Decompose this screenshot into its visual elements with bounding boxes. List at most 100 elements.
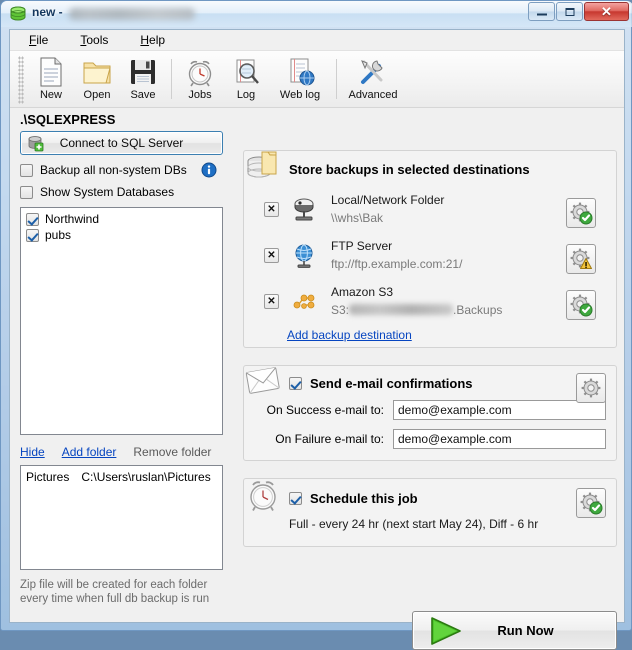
toolbar-log-label: Log xyxy=(237,89,255,101)
maximize-button[interactable] xyxy=(556,2,583,21)
info-icon[interactable] xyxy=(201,162,217,178)
folder-path: C:\Users\ruslan\Pictures xyxy=(81,470,210,484)
new-document-icon xyxy=(35,56,67,88)
menu-tools[interactable]: Tools xyxy=(77,31,111,49)
gear-ok-icon xyxy=(569,293,593,317)
maximize-icon xyxy=(565,8,574,16)
database-add-icon xyxy=(27,135,44,152)
toolbar-separator-2 xyxy=(336,59,337,99)
server-name: .\SQLEXPRESS xyxy=(20,112,232,127)
connect-to-sql-server-button[interactable]: Connect to SQL Server xyxy=(20,131,223,155)
toolbar-advanced-button[interactable]: Advanced xyxy=(342,54,404,106)
on-success-email-label: On Success e-mail to: xyxy=(267,403,384,417)
remove-destination-button[interactable]: ✕ xyxy=(264,202,279,217)
toolbar-advanced-label: Advanced xyxy=(349,89,398,101)
schedule-this-job-checkbox[interactable] xyxy=(289,492,302,505)
destination-row-ftp: ✕ FTP Server ftp://ftp.example.com:21/ xyxy=(255,236,606,282)
window-title-redacted xyxy=(69,8,195,20)
show-system-databases-label: Show System Databases xyxy=(40,185,174,199)
toolbar: New Open Save xyxy=(10,51,624,108)
database-checkbox[interactable] xyxy=(26,229,39,242)
send-email-confirmations-checkbox[interactable] xyxy=(289,377,302,390)
menu-help[interactable]: Help xyxy=(137,31,168,49)
show-system-databases-checkbox[interactable] xyxy=(20,186,33,199)
backup-all-nonsystem-dbs-checkbox[interactable] xyxy=(20,164,33,177)
toolbar-weblog-label: Web log xyxy=(280,89,320,101)
hide-link[interactable]: Hide xyxy=(20,445,45,459)
open-folder-icon xyxy=(81,56,113,88)
remove-destination-button[interactable]: ✕ xyxy=(264,294,279,309)
close-button[interactable]: ✕ xyxy=(584,2,629,21)
show-system-databases-row[interactable]: Show System Databases xyxy=(20,185,232,199)
schedule-settings-button[interactable] xyxy=(576,488,606,518)
toolbar-new-label: New xyxy=(40,89,62,101)
toolbar-save-label: Save xyxy=(130,89,155,101)
list-item[interactable]: Northwind xyxy=(23,211,220,227)
database-name: Northwind xyxy=(45,212,99,226)
destination-settings-button[interactable] xyxy=(566,244,596,274)
close-icon: ✕ xyxy=(601,4,612,20)
destination-path-redacted xyxy=(349,304,453,315)
menu-help-label: elp xyxy=(149,33,165,47)
toolbar-save-button[interactable]: Save xyxy=(120,54,166,106)
schedule-title: Schedule this job xyxy=(310,491,418,506)
destination-row-local-folder: ✕ Local/Network Folder \\whs\Bak xyxy=(255,190,606,236)
database-list[interactable]: Northwind pubs xyxy=(20,207,223,435)
toolbar-weblog-button[interactable]: Web log xyxy=(269,54,331,106)
floppy-disk-icon xyxy=(127,56,159,88)
schedule-this-job-row[interactable]: Schedule this job xyxy=(289,491,616,506)
gear-warning-icon xyxy=(569,247,593,271)
on-failure-email-row: On Failure e-mail to: demo@example.com xyxy=(244,429,616,449)
menu-bar: File Tools Help xyxy=(10,30,624,51)
toolbar-open-button[interactable]: Open xyxy=(74,54,120,106)
add-folder-link[interactable]: Add folder xyxy=(62,445,117,459)
menu-file[interactable]: File xyxy=(26,31,51,49)
gear-ok-icon xyxy=(569,201,593,225)
backup-all-nonsystem-dbs-label: Backup all non-system DBs xyxy=(40,163,187,177)
on-success-email-input[interactable]: demo@example.com xyxy=(393,400,606,420)
minimize-button[interactable] xyxy=(528,2,555,21)
folder-list[interactable]: Pictures C:\Users\ruslan\Pictures xyxy=(20,465,223,570)
on-failure-email-input[interactable]: demo@example.com xyxy=(393,429,606,449)
on-failure-email-label: On Failure e-mail to: xyxy=(275,432,384,446)
tools-wrench-icon xyxy=(357,56,389,88)
destination-settings-button[interactable] xyxy=(566,198,596,228)
gear-ok-icon xyxy=(579,491,603,515)
sidebar: .\SQLEXPRESS Connect to SQL Server Backu… xyxy=(20,112,232,606)
window-title: new - xyxy=(32,5,63,19)
destination-path: ftp://ftp.example.com:21/ xyxy=(331,257,462,271)
globe-ftp-icon xyxy=(291,243,317,269)
destination-path-suffix: .Backups xyxy=(453,303,502,317)
on-success-email-row: On Success e-mail to: demo@example.com xyxy=(244,400,616,420)
toolbar-jobs-button[interactable]: Jobs xyxy=(177,54,223,106)
minimize-icon xyxy=(537,8,547,15)
toolbar-log-button[interactable]: Log xyxy=(223,54,269,106)
document-globe-icon xyxy=(284,56,316,88)
folder-stack-icon xyxy=(242,147,284,187)
remove-folder-link: Remove folder xyxy=(133,445,211,459)
folder-actions: Hide Add folder Remove folder xyxy=(20,445,232,459)
toolbar-jobs-label: Jobs xyxy=(188,89,211,101)
email-title: Send e-mail confirmations xyxy=(310,376,473,391)
destination-name: FTP Server xyxy=(331,239,392,253)
backup-all-nonsystem-dbs-row[interactable]: Backup all non-system DBs xyxy=(20,162,232,178)
email-group: Send e-mail confirmations xyxy=(243,365,617,461)
alarm-clock-icon xyxy=(184,56,216,88)
toolbar-new-button[interactable]: New xyxy=(28,54,74,106)
list-item[interactable]: pubs xyxy=(23,227,220,243)
send-email-confirmations-row[interactable]: Send e-mail confirmations xyxy=(289,376,616,391)
toolbar-separator-1 xyxy=(171,59,172,99)
destination-row-amazon-s3: ✕ Amazon S3 S3:.Ba xyxy=(255,282,606,328)
list-item[interactable]: Pictures C:\Users\ruslan\Pictures xyxy=(26,470,217,484)
destination-settings-button[interactable] xyxy=(566,290,596,320)
database-checkbox[interactable] xyxy=(26,213,39,226)
destination-name: Local/Network Folder xyxy=(331,193,444,207)
add-backup-destination-link[interactable]: Add backup destination xyxy=(287,328,412,342)
remove-destination-button[interactable]: ✕ xyxy=(264,248,279,263)
gear-icon xyxy=(579,376,603,400)
destination-name: Amazon S3 xyxy=(331,285,393,299)
email-settings-button[interactable] xyxy=(576,373,606,403)
toolbar-grip[interactable] xyxy=(18,56,24,104)
zip-footnote: Zip file will be created for each folder… xyxy=(20,578,232,606)
client-area: File Tools Help New xyxy=(9,29,625,623)
